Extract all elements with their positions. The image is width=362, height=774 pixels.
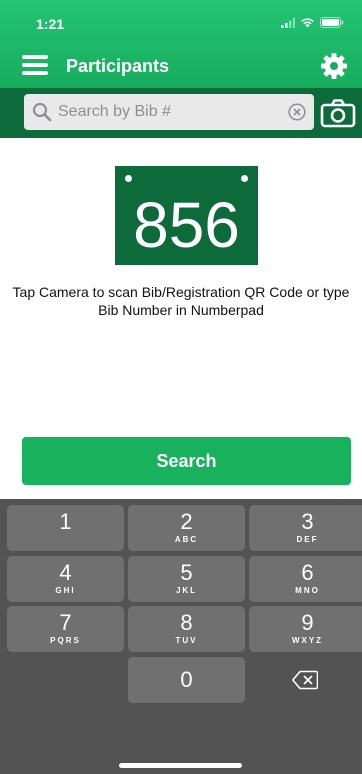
key-8[interactable]: 8 TUV xyxy=(128,606,245,652)
key-digit: 1 xyxy=(59,509,72,534)
key-4[interactable]: 4 GHI xyxy=(7,556,124,602)
key-7[interactable]: 7 PQRS xyxy=(7,606,124,652)
home-indicator xyxy=(119,763,242,768)
hamburger-menu-icon[interactable] xyxy=(22,55,48,75)
status-bar: 1:21 xyxy=(0,0,362,44)
key-digit: 8 xyxy=(180,610,193,635)
bib-number: 856 xyxy=(133,189,240,261)
wifi-icon xyxy=(301,18,314,28)
bib-illustration: 856 xyxy=(115,166,258,265)
key-digit: 0 xyxy=(180,667,193,692)
delete-key[interactable] xyxy=(246,657,362,703)
key-digit: 5 xyxy=(180,560,193,585)
status-time: 1:21 xyxy=(36,16,65,32)
key-digit: 6 xyxy=(301,560,314,585)
search-bar xyxy=(0,88,362,138)
key-letters: TUV xyxy=(175,636,198,645)
key-1[interactable]: 1 xyxy=(7,505,124,551)
key-digit: 9 xyxy=(301,610,314,635)
key-5[interactable]: 5 JKL xyxy=(128,556,245,602)
search-input[interactable] xyxy=(58,94,288,130)
key-6[interactable]: 6 MNO xyxy=(249,556,362,602)
key-9[interactable]: 9 WXYZ xyxy=(249,606,362,652)
key-digit: 3 xyxy=(301,509,314,534)
key-letters: DEF xyxy=(296,535,319,544)
bib-hole xyxy=(125,175,132,182)
key-digit: 4 xyxy=(59,560,72,585)
signal-icon xyxy=(281,17,295,28)
key-letters: ABC xyxy=(174,535,199,544)
camera-icon[interactable] xyxy=(320,98,356,128)
backspace-icon xyxy=(292,670,318,690)
nav-bar: Participants xyxy=(0,44,362,88)
key-3[interactable]: 3 DEF xyxy=(249,505,362,551)
key-letters: PQRS xyxy=(50,636,81,645)
key-0[interactable]: 0 xyxy=(128,657,245,703)
key-letters: MNO xyxy=(295,586,320,595)
search-icon xyxy=(32,102,52,122)
search-field[interactable] xyxy=(24,94,314,130)
key-letters: WXYZ xyxy=(291,636,324,645)
clear-icon[interactable] xyxy=(288,103,306,121)
app-header: 1:21 Participants xyxy=(0,0,362,138)
battery-icon xyxy=(320,17,344,28)
key-letters: GHI xyxy=(55,586,76,595)
bib-hole xyxy=(241,175,248,182)
key-digit: 2 xyxy=(180,509,193,534)
status-icons xyxy=(281,17,344,28)
page-title: Participants xyxy=(66,56,170,76)
instruction-text: Tap Camera to scan Bib/Registration QR C… xyxy=(12,284,350,318)
search-button[interactable]: Search xyxy=(22,437,351,485)
gear-icon[interactable] xyxy=(320,52,348,80)
key-2[interactable]: 2 ABC xyxy=(128,505,245,551)
key-letters: JKL xyxy=(175,586,198,595)
key-digit: 7 xyxy=(59,610,72,635)
